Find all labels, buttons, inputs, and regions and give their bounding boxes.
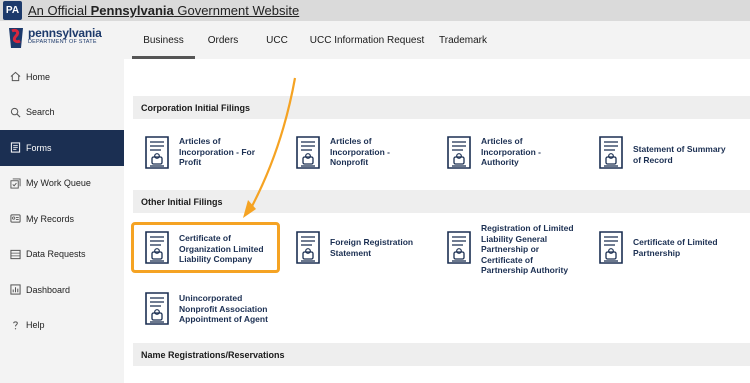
sidebar-item-label: Dashboard (26, 284, 71, 295)
keystone-logo-icon (7, 27, 25, 49)
form-card-articles-nonprofit[interactable]: Articles of Incorporation - Nonprofit (296, 136, 390, 169)
section-header-corporation: Corporation Initial Filings (133, 96, 750, 119)
gov-banner-suffix: Government Website (173, 3, 300, 18)
document-stamp-icon (599, 231, 623, 264)
card-line: Statement of Summary (633, 144, 726, 154)
form-card-statement-of-summary[interactable]: Statement of Summary of Record (599, 136, 726, 169)
card-line: Certificate of (179, 233, 231, 243)
section-header-other: Other Initial Filings (133, 190, 750, 213)
card-line: Registration of Limited (481, 223, 574, 233)
home-icon (9, 71, 21, 83)
form-card-articles-authority[interactable]: Articles of Incorporation - Authority (447, 136, 541, 169)
gov-banner: PA An Official Pennsylvania Government W… (0, 0, 750, 21)
card-line: Partnership or (481, 244, 540, 254)
card-line: Statement (330, 247, 372, 258)
sidebar-item-data-requests[interactable]: Data Requests (0, 237, 124, 273)
form-card-certificate-of-limited-partnership[interactable]: Certificate of Limited Partnership (599, 231, 718, 264)
document-stamp-icon (447, 231, 471, 264)
card-line: Articles of (481, 136, 523, 146)
sidebar: Home Search Forms My Work Queue My Recor… (0, 59, 124, 383)
sidebar-item-my-records[interactable]: My Records (0, 201, 124, 237)
top-tabs: Business Orders UCC UCC Information Requ… (132, 21, 495, 59)
card-line: Foreign Registration (330, 237, 414, 247)
sidebar-item-forms[interactable]: Forms (0, 130, 124, 166)
sidebar-item-label: Help (26, 320, 45, 331)
form-card-registration-llgp[interactable]: Registration of Limited Liability General… (447, 223, 574, 276)
document-stamp-icon (145, 292, 169, 325)
card-line: Nonprofit Association (179, 303, 268, 314)
card-line: Incorporation - (330, 146, 390, 157)
tab-ucc-information-request[interactable]: UCC Information Request (303, 21, 431, 59)
pa-badge-icon: PA (3, 1, 22, 20)
dashboard-icon (9, 284, 21, 296)
sidebar-item-label: Search (26, 107, 55, 118)
sidebar-item-dashboard[interactable]: Dashboard (0, 272, 124, 308)
logo-name: pennsylvania (28, 26, 102, 40)
sidebar-item-label: My Records (26, 213, 75, 224)
gov-banner-state: Pennsylvania (90, 3, 174, 18)
document-stamp-icon (296, 136, 320, 169)
sidebar-item-help[interactable]: Help (0, 308, 124, 344)
sidebar-item-label: Data Requests (26, 249, 86, 260)
records-icon (9, 213, 21, 225)
search-icon (9, 106, 21, 118)
sidebar-item-label: My Work Queue (26, 178, 91, 189)
forms-icon (9, 142, 21, 154)
tab-trademark[interactable]: Trademark (431, 21, 495, 59)
card-line: Nonprofit (330, 157, 369, 167)
form-card-articles-for-profit[interactable]: Articles of Incorporation - For Profit (145, 136, 255, 169)
sidebar-item-home[interactable]: Home (0, 59, 124, 95)
card-line: Incorporation - (481, 146, 541, 157)
help-icon (9, 319, 21, 331)
card-line: Liability General (481, 233, 548, 244)
gov-banner-prefix: An Official (28, 3, 91, 18)
card-line: Organization Limited (179, 243, 264, 254)
sidebar-item-label: Home (26, 71, 51, 82)
card-line: Partnership Authority (481, 265, 569, 275)
card-line: Partnership (633, 247, 681, 258)
document-stamp-icon (145, 136, 169, 169)
document-stamp-icon (447, 136, 471, 169)
document-stamp-icon (599, 136, 623, 169)
document-stamp-icon (145, 231, 169, 264)
form-card-unincorporated-nonprofit-association[interactable]: Unincorporated Nonprofit Association Appoi… (145, 292, 268, 325)
card-line: Liability Company (179, 254, 253, 264)
card-line: Certificate of Limited (633, 237, 718, 247)
card-line: Unincorporated (179, 293, 243, 303)
form-card-certificate-of-organization-llc[interactable]: Certificate of Organization Limited Liabil… (145, 231, 264, 265)
work-queue-icon (9, 177, 21, 189)
card-line: Incorporation - For (179, 146, 256, 157)
data-requests-icon (9, 248, 21, 260)
card-line: of Record (633, 154, 673, 165)
tab-ucc[interactable]: UCC (251, 21, 303, 59)
card-line: Certificate of (481, 254, 533, 265)
main-content: Corporation Initial Filings Articles of I… (124, 59, 750, 383)
card-line: Profit (179, 157, 202, 167)
document-stamp-icon (296, 231, 320, 264)
pennsylvania-logo[interactable]: pennsylvania DEPARTMENT OF STATE (7, 27, 102, 49)
tab-orders[interactable]: Orders (195, 21, 251, 59)
official-website-link[interactable]: An Official Pennsylvania Government Webs… (28, 3, 299, 18)
card-line: Appointment of Agent (179, 314, 268, 324)
logo-dept: DEPARTMENT OF STATE (28, 39, 97, 45)
form-card-foreign-registration-statement[interactable]: Foreign Registration Statement (296, 231, 413, 264)
sidebar-item-my-work-queue[interactable]: My Work Queue (0, 166, 124, 202)
sidebar-item-label: Forms (26, 142, 52, 153)
card-line: Articles of (330, 136, 372, 146)
card-line: Authority (481, 157, 519, 167)
section-header-name-registrations: Name Registrations/Reservations (133, 343, 750, 366)
header: pennsylvania DEPARTMENT OF STATE Busines… (0, 21, 750, 59)
tab-business[interactable]: Business (132, 21, 195, 59)
sidebar-item-search[interactable]: Search (0, 95, 124, 131)
card-line: Articles of (179, 136, 221, 146)
